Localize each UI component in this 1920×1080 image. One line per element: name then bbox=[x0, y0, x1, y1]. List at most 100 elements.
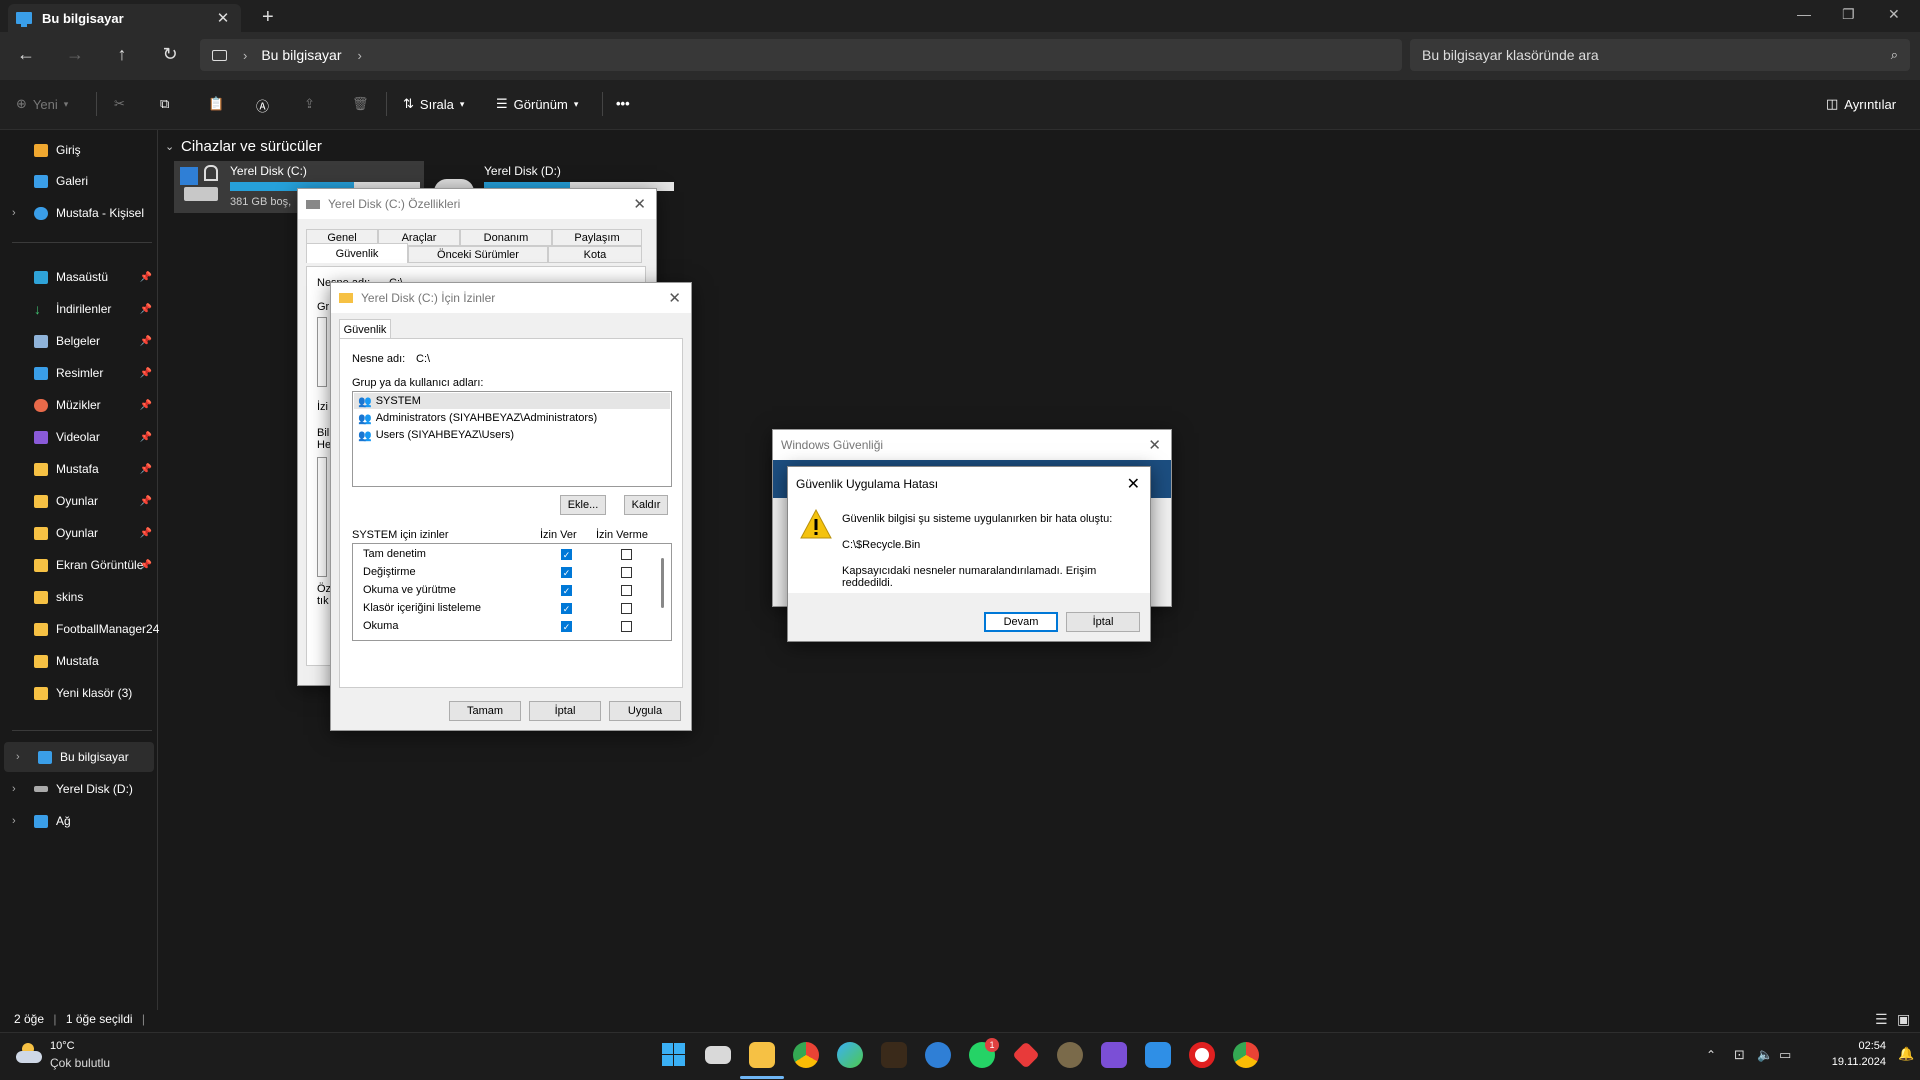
up-button[interactable]: ↑ bbox=[110, 44, 134, 65]
group-header[interactable]: Cihazlar ve sürücüler bbox=[181, 138, 322, 155]
address-bar[interactable]: › Bu bilgisayar › bbox=[200, 39, 1402, 71]
sidebar-item-desktop[interactable]: Masaüstü 📌 bbox=[0, 262, 158, 292]
tiles-view-icon[interactable]: ▣ bbox=[1897, 1011, 1910, 1028]
close-window-button[interactable]: ✕ bbox=[1888, 6, 1900, 23]
more-options-button[interactable]: ••• bbox=[616, 96, 630, 111]
tab-guvenlik[interactable]: Güvenlik bbox=[306, 243, 408, 263]
game-launcher-icon[interactable] bbox=[881, 1042, 907, 1068]
sidebar-item-music[interactable]: Müzikler 📌 bbox=[0, 390, 158, 420]
deny-checkbox[interactable] bbox=[621, 549, 632, 560]
sidebar-item-this-pc[interactable]: › Bu bilgisayar bbox=[4, 742, 154, 772]
cut-icon[interactable]: ✂ bbox=[114, 96, 125, 112]
help-icon[interactable] bbox=[925, 1042, 951, 1068]
close-icon[interactable]: ✕ bbox=[633, 195, 646, 213]
weather-temperature[interactable]: 10°C bbox=[50, 1040, 75, 1052]
sidebar-item-folder[interactable]: Oyunlar 📌 bbox=[0, 518, 158, 548]
clock-date[interactable]: 19.11.2024 bbox=[1810, 1056, 1886, 1068]
allow-checkbox[interactable]: ✓ bbox=[561, 567, 572, 578]
chevron-down-icon[interactable]: ⌄ bbox=[165, 140, 174, 153]
sidebar-item-folder[interactable]: Mustafa 📌 bbox=[0, 454, 158, 484]
allow-checkbox[interactable]: ✓ bbox=[561, 585, 572, 596]
chevron-right-icon[interactable]: › bbox=[12, 815, 16, 827]
cancel-button[interactable]: İptal bbox=[529, 701, 601, 721]
remove-button[interactable]: Kaldır bbox=[624, 495, 668, 515]
task-view-icon[interactable] bbox=[705, 1046, 731, 1064]
permissions-list[interactable]: Tam denetim ✓ Değiştirme ✓ Okuma ve yürü… bbox=[352, 543, 672, 641]
network-icon[interactable]: ⊡ bbox=[1734, 1047, 1745, 1063]
sidebar-item-folder[interactable]: Yeni klasör (3) bbox=[0, 678, 158, 708]
sidebar-item-gallery[interactable]: Galeri bbox=[0, 166, 158, 196]
deny-checkbox[interactable] bbox=[621, 603, 632, 614]
sidebar-item-videos[interactable]: Videolar 📌 bbox=[0, 422, 158, 452]
share-icon[interactable]: ⇪ bbox=[304, 96, 315, 112]
deny-checkbox[interactable] bbox=[621, 585, 632, 596]
deny-checkbox[interactable] bbox=[621, 567, 632, 578]
clock-time[interactable]: 02:54 bbox=[1810, 1040, 1886, 1052]
back-button[interactable]: ← bbox=[14, 44, 38, 65]
breadcrumb-location[interactable]: Bu bilgisayar bbox=[261, 47, 341, 63]
tab-kota[interactable]: Kota bbox=[548, 246, 642, 263]
close-icon[interactable]: ✕ bbox=[1148, 436, 1161, 454]
chevron-up-icon[interactable]: ⌃ bbox=[1706, 1048, 1716, 1062]
edge-icon[interactable] bbox=[837, 1042, 863, 1068]
app-icon-record[interactable] bbox=[1189, 1042, 1215, 1068]
cancel-button[interactable]: İptal bbox=[1066, 612, 1140, 632]
sidebar-item-onedrive[interactable]: › Mustafa - Kişisel bbox=[0, 198, 158, 228]
delete-icon[interactable]: 🗑 bbox=[352, 96, 369, 112]
continue-button[interactable]: Devam bbox=[984, 612, 1058, 632]
sidebar-item-folder[interactable]: FootballManager24 bbox=[0, 614, 159, 644]
paste-icon[interactable]: 📋 bbox=[208, 96, 224, 112]
add-button[interactable]: Ekle... bbox=[560, 495, 606, 515]
error-dialog[interactable]: Güvenlik Uygulama Hatası ✕ Güvenlik bilg… bbox=[787, 466, 1151, 642]
weather-cloud-icon[interactable] bbox=[16, 1043, 42, 1065]
allow-checkbox[interactable]: ✓ bbox=[561, 621, 572, 632]
battery-icon[interactable]: ▭ bbox=[1779, 1047, 1791, 1063]
list-item[interactable]: 👥 Administrators (SIYAHBEYAZ\Administrato… bbox=[354, 410, 670, 426]
users-list[interactable]: 👥 SYSTEM 👥 Administrators (SIYAHBEYAZ\Admi… bbox=[352, 391, 672, 487]
tab-paylasim[interactable]: Paylaşım bbox=[552, 229, 642, 246]
tab-donanim[interactable]: Donanım bbox=[460, 229, 552, 246]
chevron-right-icon[interactable]: › bbox=[12, 207, 16, 219]
list-item[interactable]: 👥 Users (SIYAHBEYAZ\Users) bbox=[354, 427, 670, 443]
app-icon-globe[interactable] bbox=[1057, 1042, 1083, 1068]
start-button[interactable] bbox=[661, 1042, 687, 1068]
tab-guvenlik[interactable]: Güvenlik bbox=[339, 319, 391, 339]
allow-checkbox[interactable]: ✓ bbox=[561, 549, 572, 560]
chrome-icon[interactable] bbox=[793, 1042, 819, 1068]
details-button[interactable]: ◫ Ayrıntılar bbox=[1826, 96, 1896, 112]
sidebar-item-drive-d[interactable]: › Yerel Disk (D:) bbox=[0, 774, 158, 804]
sidebar-item-downloads[interactable]: ↓ İndirilenler 📌 bbox=[0, 294, 158, 324]
permissions-dialog[interactable]: Yerel Disk (C:) İçin İzinler ✕ Güvenlik … bbox=[330, 282, 692, 731]
new-button[interactable]: ⊕ Yeni ▾ bbox=[16, 96, 68, 112]
tab-onceki-surumler[interactable]: Önceki Sürümler bbox=[408, 246, 548, 263]
forward-button[interactable]: → bbox=[63, 44, 87, 65]
sidebar-item-folder[interactable]: skins bbox=[0, 582, 158, 612]
minimize-button[interactable]: — bbox=[1797, 6, 1811, 22]
sidebar-item-folder[interactable]: Ekran Görüntüle 📌 bbox=[0, 550, 158, 580]
new-tab-button[interactable]: + bbox=[262, 6, 274, 29]
sidebar-item-home[interactable]: Giriş bbox=[0, 135, 158, 165]
chevron-right-icon[interactable]: › bbox=[358, 48, 362, 63]
ok-button[interactable]: Tamam bbox=[449, 701, 521, 721]
details-view-icon[interactable]: ☰ bbox=[1875, 1011, 1888, 1028]
rename-icon[interactable]: Ⓐ bbox=[256, 96, 269, 115]
tab-bu-bilgisayar[interactable]: Bu bilgisayar ✕ bbox=[8, 4, 241, 32]
restore-button[interactable]: ❐ bbox=[1842, 6, 1855, 23]
scrollbar-thumb[interactable] bbox=[661, 558, 664, 608]
search-box[interactable]: Bu bilgisayar klasöründe ara ⌕ bbox=[1410, 39, 1910, 71]
allow-checkbox[interactable]: ✓ bbox=[561, 603, 572, 614]
notification-bell-icon[interactable]: 🔔 bbox=[1898, 1046, 1914, 1062]
volume-icon[interactable]: 🔈 bbox=[1757, 1047, 1773, 1063]
sidebar-item-folder[interactable]: Oyunlar 📌 bbox=[0, 486, 158, 516]
sidebar-item-network[interactable]: › Ağ bbox=[0, 806, 158, 836]
apply-button[interactable]: Uygula bbox=[609, 701, 681, 721]
file-explorer-icon[interactable] bbox=[749, 1042, 775, 1068]
chrome-icon[interactable] bbox=[1233, 1042, 1259, 1068]
sort-button[interactable]: ⇅ Sırala ▾ bbox=[403, 96, 464, 112]
sidebar-item-folder[interactable]: Mustafa bbox=[0, 646, 158, 676]
visual-studio-icon[interactable] bbox=[1101, 1042, 1127, 1068]
deny-checkbox[interactable] bbox=[621, 621, 632, 632]
chevron-right-icon[interactable]: › bbox=[12, 783, 16, 795]
close-tab-icon[interactable]: ✕ bbox=[213, 9, 233, 27]
chevron-right-icon[interactable]: › bbox=[16, 751, 20, 763]
